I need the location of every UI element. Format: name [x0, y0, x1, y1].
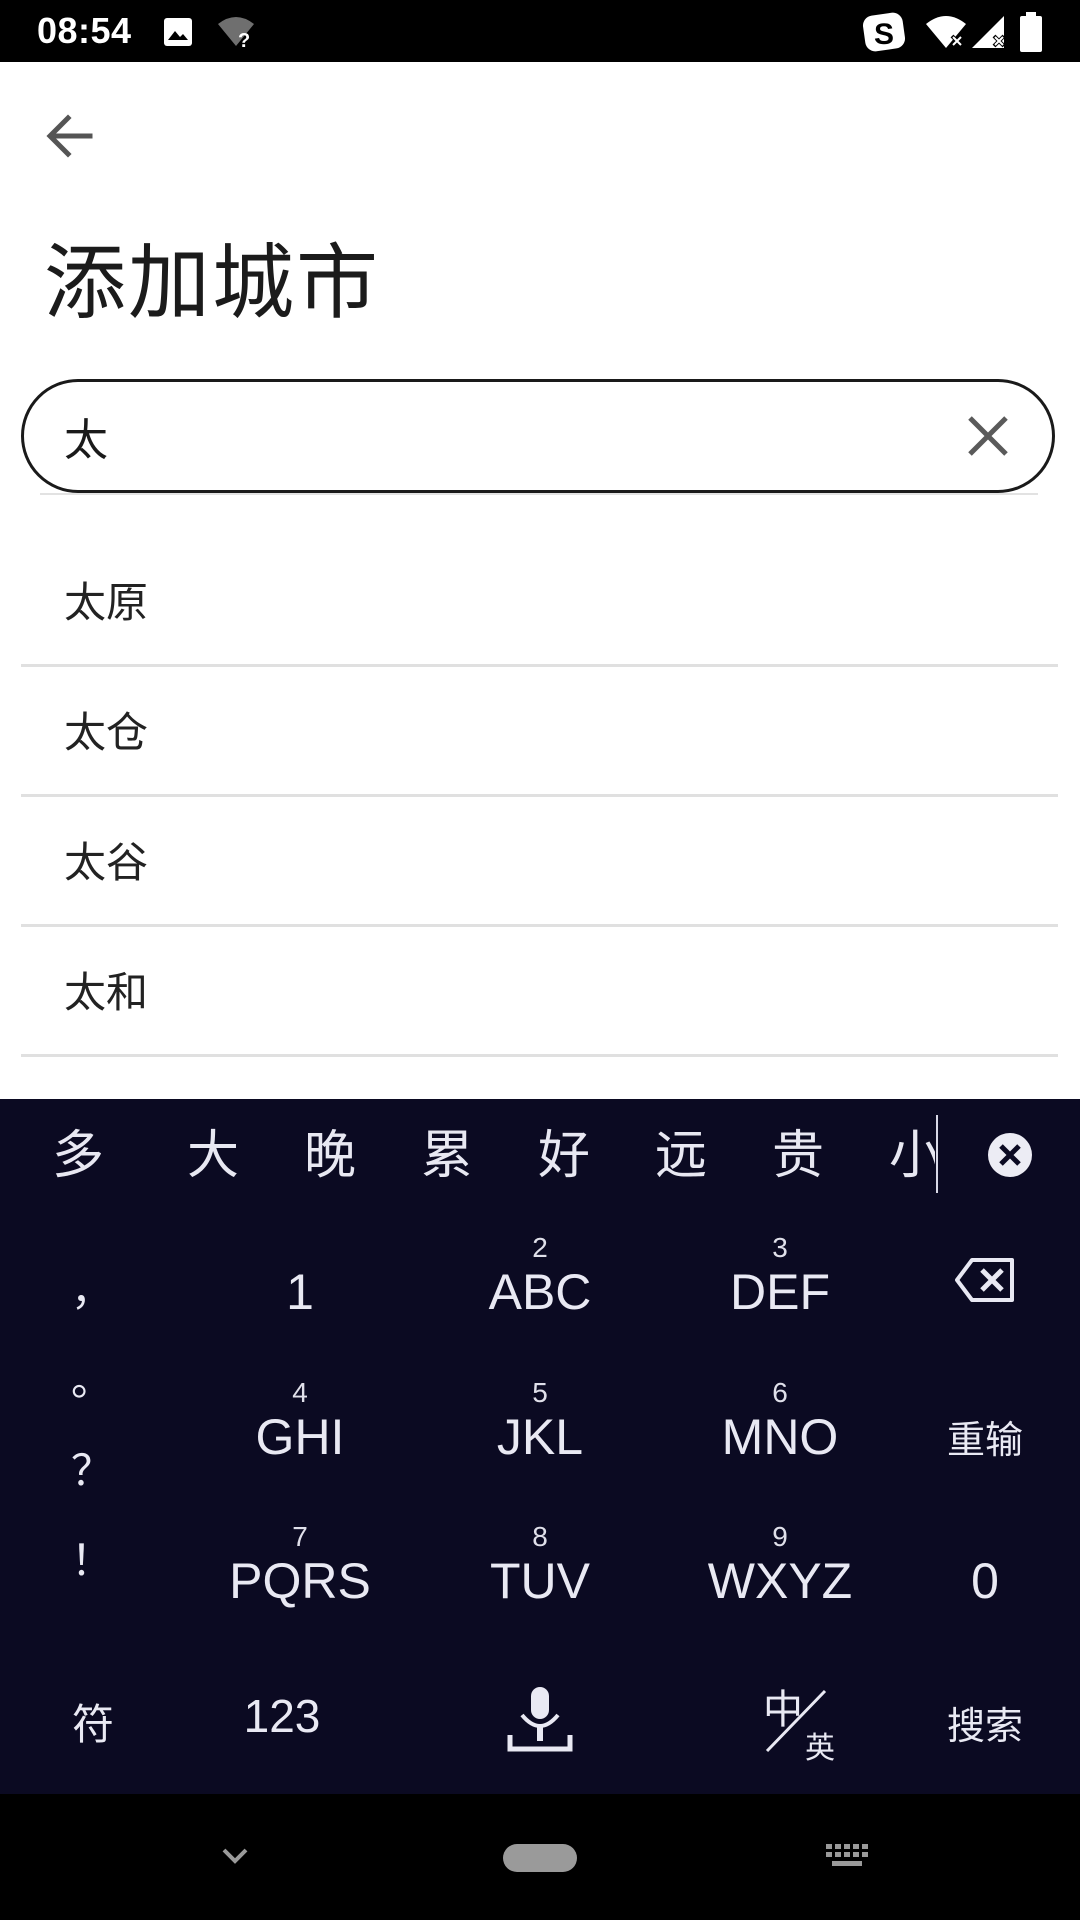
- candidate-word[interactable]: 累: [421, 1121, 473, 1191]
- hide-keyboard-button[interactable]: [210, 1838, 260, 1874]
- sogou-input-icon: S: [862, 12, 906, 52]
- results-list: 太原 太仓 太谷 太和: [21, 537, 1058, 1057]
- navigation-bar: [0, 1794, 1080, 1920]
- key-6[interactable]: 6 MNO: [700, 1378, 860, 1466]
- chevron-down-icon: [222, 1848, 248, 1864]
- key-letters: PQRS: [229, 1553, 371, 1609]
- candidate-word[interactable]: 远: [655, 1121, 707, 1191]
- search-input[interactable]: [64, 402, 944, 470]
- punct-comma[interactable]: ，: [62, 1257, 122, 1318]
- key-3[interactable]: 3 DEF: [700, 1233, 860, 1321]
- key-letters: WXYZ: [707, 1553, 853, 1609]
- key-9[interactable]: 9 WXYZ: [690, 1522, 870, 1610]
- key-number: 3: [772, 1232, 788, 1263]
- city-name: 太和: [64, 968, 149, 1017]
- list-item[interactable]: 太谷: [21, 797, 1058, 927]
- list-item[interactable]: 太原: [21, 537, 1058, 667]
- key-number: 6: [772, 1377, 788, 1408]
- arrow-left-icon: [46, 114, 93, 158]
- soft-keyboard: 多 大 晚 累 好 远 贵 小 ， 。 ？ ！ 1 2 ABC 3 DEF 4 …: [0, 1099, 1080, 1794]
- svg-text:?: ?: [238, 30, 250, 50]
- key-number: 2: [532, 1232, 548, 1263]
- search-box: [21, 379, 1055, 493]
- list-item[interactable]: 太仓: [21, 667, 1058, 797]
- wifi-off-icon: [926, 16, 966, 48]
- page-title: 添加城市: [44, 236, 381, 331]
- symbols-key[interactable]: 符: [53, 1691, 133, 1752]
- status-bar: 08:54 ? S: [0, 0, 1080, 62]
- key-letters: DEF: [730, 1264, 830, 1320]
- lang-sub-label: 英: [805, 1731, 835, 1766]
- key-0[interactable]: 0: [945, 1552, 1025, 1610]
- key-1[interactable]: 1: [220, 1233, 380, 1321]
- city-name: 太原: [64, 578, 149, 627]
- voice-key[interactable]: [500, 1685, 580, 1759]
- status-time: 08:54: [37, 10, 132, 51]
- key-letters: JKL: [496, 1409, 584, 1465]
- city-name: 太谷: [64, 838, 149, 887]
- key-7[interactable]: 7 PQRS: [210, 1522, 390, 1610]
- punct-period[interactable]: 。: [62, 1347, 122, 1408]
- key-number: 7: [292, 1521, 308, 1552]
- key-5[interactable]: 5 JKL: [460, 1378, 620, 1466]
- keyboard-icon: [826, 1844, 868, 1866]
- back-button[interactable]: [42, 108, 106, 164]
- microphone-icon: [507, 1687, 573, 1752]
- candidate-divider: [936, 1115, 938, 1193]
- key-2[interactable]: 2 ABC: [460, 1233, 620, 1321]
- city-name: 太仓: [64, 708, 149, 757]
- key-letters: MNO: [721, 1409, 839, 1465]
- key-letters: ABC: [488, 1264, 592, 1320]
- key-number: 8: [532, 1521, 548, 1552]
- candidate-word[interactable]: 大: [187, 1121, 239, 1191]
- battery-icon: [1020, 12, 1042, 52]
- switch-keyboard-button[interactable]: [822, 1838, 872, 1874]
- search-key[interactable]: 搜索: [940, 1695, 1030, 1750]
- numbers-key[interactable]: 123: [222, 1689, 342, 1743]
- language-switch-key[interactable]: 中 英: [755, 1677, 855, 1777]
- backspace-key[interactable]: [940, 1257, 1030, 1317]
- key-number: 9: [772, 1521, 788, 1552]
- reinput-key[interactable]: 重输: [930, 1409, 1040, 1464]
- image-icon: [164, 18, 192, 46]
- key-letters: 1: [286, 1264, 314, 1320]
- candidate-word[interactable]: 贵: [772, 1121, 824, 1191]
- search-underline: [40, 493, 1038, 495]
- key-letters: TUV: [490, 1553, 590, 1609]
- key-number: [220, 1233, 380, 1263]
- svg-text:S: S: [874, 18, 894, 51]
- candidate-word[interactable]: 好: [538, 1121, 590, 1191]
- candidate-word[interactable]: 晚: [304, 1121, 356, 1191]
- punct-exclaim[interactable]: ！: [62, 1527, 122, 1588]
- key-8[interactable]: 8 TUV: [460, 1522, 620, 1610]
- candidate-word[interactable]: 小: [889, 1121, 935, 1191]
- key-number: 4: [292, 1377, 308, 1408]
- home-pill-icon[interactable]: [503, 1844, 577, 1872]
- key-letters: GHI: [255, 1409, 345, 1465]
- punct-question[interactable]: ？: [62, 1437, 122, 1498]
- key-4[interactable]: 4 GHI: [220, 1378, 380, 1466]
- close-candidates-button[interactable]: [986, 1131, 1034, 1179]
- signal-off-icon: [972, 16, 1006, 48]
- backspace-icon: [955, 1258, 1014, 1302]
- candidate-word[interactable]: 多: [52, 1121, 104, 1191]
- list-item[interactable]: 太和: [21, 927, 1058, 1057]
- clear-search-button[interactable]: [964, 412, 1012, 460]
- close-circle-icon: [988, 1133, 1032, 1177]
- key-number: 5: [532, 1377, 548, 1408]
- wifi-unknown-icon: ?: [218, 17, 254, 50]
- close-icon: [968, 416, 1008, 456]
